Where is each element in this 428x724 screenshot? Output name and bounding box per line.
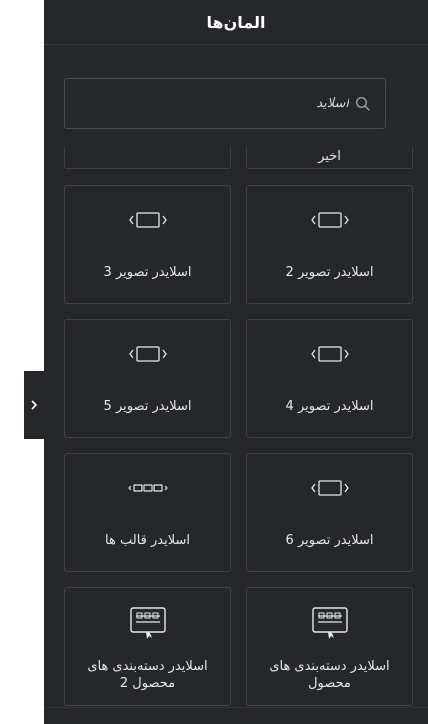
product-category-icon xyxy=(128,606,168,646)
slider-icon xyxy=(128,344,167,368)
widget-card-product-category-slider[interactable]: اسلایدر دسته‌بندی های محصول xyxy=(246,587,413,706)
widget-label: اسلایدر تصویر 3 xyxy=(103,265,192,280)
panel-footer xyxy=(44,707,428,724)
widget-grid: اخیر اسلایدر تصویر 2 اسلایدر تصویر 3 اسل… xyxy=(64,147,414,707)
chevron-right-icon xyxy=(29,396,39,415)
widget-card-image-slider-6[interactable]: اسلایدر تصویر 6 xyxy=(246,453,413,572)
widget-label: اسلایدر قالب ها xyxy=(105,533,190,548)
search-input[interactable] xyxy=(109,96,349,111)
widget-card-image-slider-2[interactable]: اسلایدر تصویر 2 xyxy=(246,185,413,304)
panel-title: المان‌ها xyxy=(206,12,266,32)
widget-label: اسلایدر تصویر 2 xyxy=(285,265,374,280)
search-icon xyxy=(355,96,371,112)
elements-panel: المان‌ها اخیر اسلایدر تصویر 2 اسلایدر تص… xyxy=(44,0,428,724)
slider-icon xyxy=(310,210,349,234)
widget-label: اخیر xyxy=(318,149,341,164)
widget-label: اسلایدر دسته‌بندی های محصول xyxy=(269,659,390,691)
widget-label: اسلایدر تصویر 5 xyxy=(103,399,192,414)
widget-card-image-slider-3[interactable]: اسلایدر تصویر 3 xyxy=(64,185,231,304)
slider-icon xyxy=(310,344,349,368)
widget-card[interactable]: اخیر xyxy=(246,147,413,169)
widget-card-image-slider-4[interactable]: اسلایدر تصویر 4 xyxy=(246,319,413,438)
panel-header: المان‌ها xyxy=(44,0,428,45)
widget-label: اسلایدر تصویر 6 xyxy=(285,533,374,548)
product-category-icon xyxy=(310,606,350,646)
slider-icon xyxy=(128,210,167,234)
widget-card-product-category-slider-2[interactable]: اسلایدر دسته‌بندی های محصول 2 xyxy=(64,587,231,706)
widget-label: اسلایدر دسته‌بندی های محصول 2 xyxy=(87,659,208,691)
widget-card-template-slider[interactable]: اسلایدر قالب ها xyxy=(64,453,231,572)
slider-icon xyxy=(310,478,349,502)
widget-card[interactable] xyxy=(64,147,231,169)
collapse-panel-button[interactable] xyxy=(24,371,44,439)
template-slider-icon xyxy=(127,478,168,502)
search-box[interactable] xyxy=(64,78,386,129)
widget-card-image-slider-5[interactable]: اسلایدر تصویر 5 xyxy=(64,319,231,438)
widget-label: اسلایدر تصویر 4 xyxy=(285,399,374,414)
